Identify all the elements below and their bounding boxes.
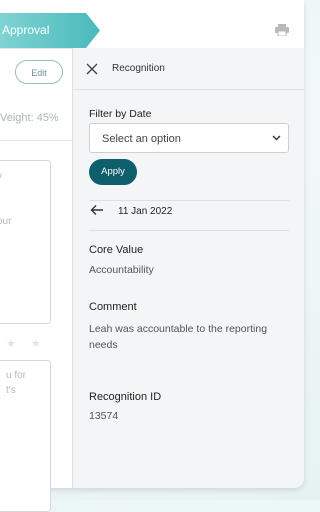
apply-button[interactable]: Apply <box>89 159 137 185</box>
drawer-title: Recognition <box>112 63 165 74</box>
textarea-text: u for <box>6 370 27 381</box>
arrow-left-icon[interactable] <box>90 204 104 216</box>
recognition-id: 13574 <box>89 410 119 422</box>
comment-label: Comment <box>89 301 137 313</box>
divider <box>0 140 72 141</box>
divider <box>89 230 289 231</box>
textarea-text: our <box>0 216 12 227</box>
rating-stars[interactable]: ★ ★ <box>6 337 47 350</box>
recognition-id-label: Recognition ID <box>89 391 162 403</box>
top-bar: Approval <box>0 0 304 49</box>
comment-textarea[interactable]: y our <box>0 160 51 324</box>
textarea-text: y <box>0 171 2 182</box>
print-icon[interactable] <box>275 24 289 36</box>
feedback-textarea[interactable]: u for t's <box>0 360 51 512</box>
edit-button[interactable]: Edit <box>15 60 63 84</box>
comment-text: Leah was accountable to the reporting ne… <box>89 323 268 351</box>
current-date: 11 Jan 2022 <box>118 206 173 217</box>
core-value-label: Core Value <box>89 244 144 256</box>
close-icon[interactable] <box>86 63 98 75</box>
approval-step-label: Approval <box>2 23 50 37</box>
chevron-down-icon <box>272 135 281 141</box>
recognition-drawer: Recognition Filter by Date Select an opt… <box>72 48 305 488</box>
textarea-text: t's <box>6 385 16 396</box>
date-select[interactable]: Select an option <box>89 123 289 153</box>
drawer-header: Recognition <box>73 48 305 90</box>
background-page: Approval Edit Veight: 45% y our ★ ★ u fo… <box>0 0 305 512</box>
date-select-value: Select an option <box>102 133 181 145</box>
weight-text: Veight: 45% <box>0 112 59 124</box>
core-value: Accountability <box>89 264 154 276</box>
filter-by-date-label: Filter by Date <box>89 108 152 120</box>
approval-step[interactable]: Approval <box>0 13 100 48</box>
divider <box>89 200 289 201</box>
